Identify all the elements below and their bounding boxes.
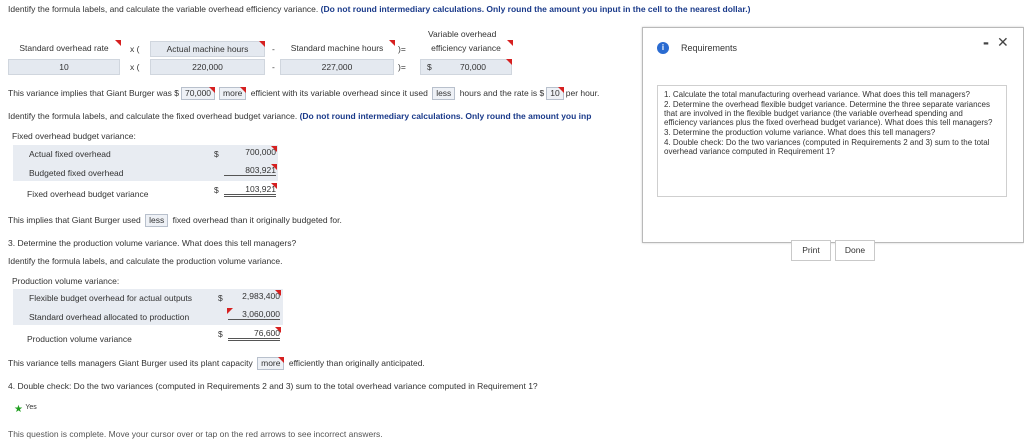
requirement-4-heading: 4. Double check: Do the two variances (c… xyxy=(8,381,538,391)
requirement-3-heading: 3. Determine the production volume varia… xyxy=(8,238,297,248)
efficiency-variance-label[interactable]: efficiency variance xyxy=(420,40,513,57)
minus-sign: - xyxy=(272,44,275,54)
requirement-item-4: 4. Double check: Do the two variances (c… xyxy=(664,138,990,156)
standard-overhead-allocated-label: Standard overhead allocated to productio… xyxy=(29,312,190,322)
currency-sign: $ xyxy=(218,329,223,339)
instruction-production-volume: Identify the formula labels, and calcula… xyxy=(8,256,283,266)
standard-overhead-allocated-value[interactable]: 3,060,000 xyxy=(227,308,280,320)
fixed-budget-variance-value[interactable]: 103,921 xyxy=(224,183,277,197)
more-less-select-3[interactable]: less xyxy=(145,214,169,227)
requirements-list-box: 1. Calculate the total manufacturing ove… xyxy=(657,85,1007,197)
production-volume-variance-label: Production volume variance xyxy=(27,334,132,344)
currency-sign: $ xyxy=(218,293,223,303)
actual-fixed-overhead-label: Actual fixed overhead xyxy=(29,149,111,159)
instruction-fixed-budget: Identify the formula labels, and calcula… xyxy=(8,111,592,121)
actual-machine-hours-value[interactable]: 220,000 xyxy=(150,59,265,75)
requirement-item-2: 2. Determine the overhead flexible budge… xyxy=(664,100,993,127)
efficiency-variance-value[interactable]: 70,000 xyxy=(435,59,512,74)
instruction-variable-efficiency: Identify the formula labels, and calcula… xyxy=(8,4,751,14)
completion-message: This question is complete. Move your cur… xyxy=(8,429,383,439)
close-icon[interactable]: ✕ xyxy=(997,34,1009,51)
implication-fixed-budget: This implies that Giant Burger used less… xyxy=(8,214,342,227)
double-check-answer[interactable]: ★ Yes xyxy=(14,404,37,413)
standard-machine-hours-label[interactable]: Standard machine hours xyxy=(280,40,395,57)
more-less-select-2[interactable]: less xyxy=(432,87,456,100)
efficiency-amount-input[interactable]: 70,000 xyxy=(181,87,216,100)
currency-sign: $ xyxy=(427,62,432,72)
done-button[interactable]: Done xyxy=(835,240,875,261)
requirement-item-1: 1. Calculate the total manufacturing ove… xyxy=(664,90,970,99)
popup-title: Requirements xyxy=(681,43,738,53)
fixed-budget-title: Fixed overhead budget variance: xyxy=(12,131,136,141)
flexible-budget-overhead-label: Flexible budget overhead for actual outp… xyxy=(29,293,193,303)
minimize-icon[interactable]: - xyxy=(983,32,989,53)
times-open-paren-2: x ( xyxy=(130,62,140,72)
budgeted-fixed-overhead-value[interactable]: 803,921 xyxy=(224,164,277,176)
currency-sign: $ xyxy=(214,185,219,195)
more-less-select-1[interactable]: more xyxy=(219,87,247,100)
times-open-paren: x ( xyxy=(130,44,140,54)
actual-fixed-overhead-value[interactable]: 700,000 xyxy=(224,146,277,157)
currency-sign: $ xyxy=(214,149,219,159)
standard-overhead-rate-value[interactable]: 10 xyxy=(8,59,120,75)
efficiency-variance-value-cell: $ 70,000 xyxy=(420,59,512,75)
header-variable-overhead: Variable overhead xyxy=(428,29,497,39)
requirements-list: 1. Calculate the total manufacturing ove… xyxy=(664,90,998,156)
minus-sign-2: - xyxy=(272,62,275,72)
implication-variable-efficiency: This variance implies that Giant Burger … xyxy=(8,87,600,100)
flexible-budget-overhead-value[interactable]: 2,983,400 xyxy=(228,290,281,301)
production-volume-title: Production volume variance: xyxy=(12,276,120,286)
actual-machine-hours-label[interactable]: Actual machine hours xyxy=(150,41,265,57)
budgeted-fixed-overhead-label: Budgeted fixed overhead xyxy=(29,168,124,178)
standard-machine-hours-value[interactable]: 227,000 xyxy=(280,59,394,75)
close-paren-equals: )= xyxy=(398,44,406,54)
more-less-select-4[interactable]: more xyxy=(257,357,285,370)
close-paren-equals-2: )= xyxy=(398,62,406,72)
green-star-icon: ★ xyxy=(14,404,23,413)
rate-input[interactable]: 10 xyxy=(546,87,565,100)
production-volume-variance-value[interactable]: 76,600 xyxy=(228,327,281,341)
info-icon: i xyxy=(657,42,669,54)
standard-overhead-rate-label[interactable]: Standard overhead rate xyxy=(8,40,121,57)
requirement-item-3: 3. Determine the production volume varia… xyxy=(664,128,936,137)
requirements-popup: i Requirements - ✕ 1. Calculate the tota… xyxy=(642,27,1024,261)
implication-production-volume: This variance tells managers Giant Burge… xyxy=(8,357,425,370)
fixed-budget-variance-label: Fixed overhead budget variance xyxy=(27,189,149,199)
print-button[interactable]: Print xyxy=(791,240,831,261)
